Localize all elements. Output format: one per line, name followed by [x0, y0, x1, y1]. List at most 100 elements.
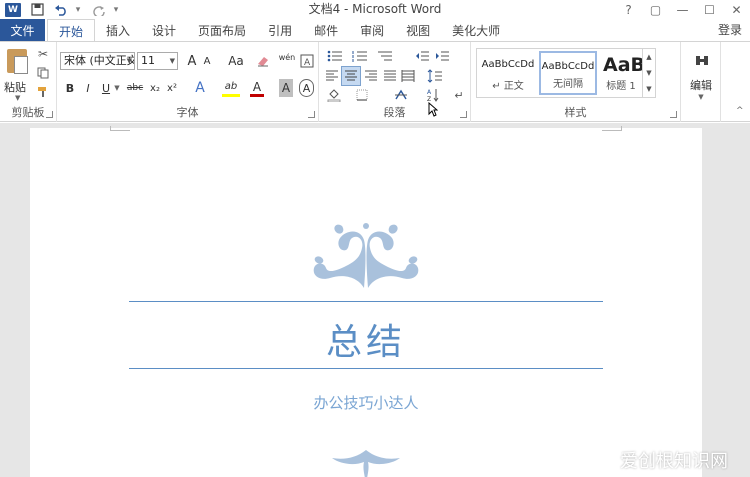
ornament-bottom-icon [326, 448, 406, 477]
scroll-down-icon[interactable]: ▼ [646, 69, 651, 77]
gallery-scroll[interactable]: ▲ ▼ ▼ [642, 49, 655, 97]
chevron-down-icon[interactable]: ▼ [113, 79, 121, 97]
text-effect-button[interactable]: A [192, 79, 208, 97]
style-heading-1-name: 标题 1 [606, 81, 636, 92]
char-shading-button[interactable]: A [279, 79, 293, 97]
paste-label: 粘贴 [4, 81, 26, 94]
align-center-icon[interactable] [341, 66, 361, 86]
close-button[interactable]: ✕ [723, 0, 750, 19]
cut-icon[interactable]: ✂ [35, 46, 51, 62]
tab-beautify[interactable]: 美化大师 [441, 19, 511, 41]
shrink-font-glyph: A [203, 55, 211, 67]
tab-file[interactable]: 文件 [0, 19, 45, 41]
watermark-text: 爱创根知识网 [620, 451, 728, 472]
font-group-label: 字体 [176, 106, 199, 119]
font-name-value: 宋体 (中文正文) [64, 54, 135, 67]
font-size-select[interactable]: 11 ▼ [137, 52, 178, 70]
increase-indent-icon[interactable] [434, 47, 450, 65]
line-spacing-icon[interactable] [424, 67, 446, 85]
change-case-button[interactable]: Aa [224, 52, 248, 70]
paint-bucket-icon[interactable] [324, 86, 344, 104]
shrink-font-button[interactable]: A [201, 52, 213, 70]
help-button[interactable]: ? [615, 0, 642, 19]
document-title[interactable]: 总结 [129, 313, 603, 365]
style-no-spacing-name: 无间隔 [553, 79, 583, 90]
restore-button[interactable]: ☐ [696, 0, 723, 19]
tab-mailings[interactable]: 邮件 [303, 19, 349, 41]
enclosed-char-button[interactable]: A [299, 79, 314, 97]
document-subtitle[interactable]: 办公技巧小达人 [129, 392, 603, 413]
bullets-icon[interactable] [325, 47, 345, 65]
align-right-icon[interactable] [362, 67, 380, 85]
title-rule-bottom [129, 368, 603, 369]
window-controls: ? ▢ — ☐ ✕ [615, 0, 750, 19]
align-left-icon[interactable] [323, 67, 341, 85]
font-launcher-icon[interactable] [308, 111, 315, 118]
style-heading-1[interactable]: AaBb 标题 1 [599, 51, 643, 95]
clear-format-icon[interactable] [255, 52, 271, 70]
style-normal[interactable]: AaBbCcDd ↵ 正文 [479, 51, 537, 95]
grow-font-button[interactable]: A [183, 52, 201, 70]
gallery-more-icon[interactable]: ▼ [646, 85, 651, 93]
tab-page-layout[interactable]: 页面布局 [187, 19, 257, 41]
tab-home[interactable]: 开始 [47, 19, 96, 42]
clipboard-group: 粘贴 ▼ ✂ 剪贴板 [0, 42, 57, 122]
decrease-indent-icon[interactable] [414, 47, 430, 65]
scroll-up-icon[interactable]: ▲ [646, 53, 651, 61]
show-marks-icon[interactable]: ↵ [452, 86, 466, 104]
ornament-top-icon [302, 218, 430, 293]
mouse-cursor-icon [426, 100, 440, 118]
editing-label: 编辑 [690, 79, 712, 92]
title-bar: W ▾ ▾ 文档4 - Microsoft Word ? ▢ — ☐ ✕ [0, 0, 750, 19]
title-rule-top [129, 301, 603, 302]
borders-icon[interactable] [352, 86, 372, 104]
font-name-select[interactable]: 宋体 (中文正文) ▼ [60, 52, 135, 70]
style-no-spacing[interactable]: AaBbCcDd 无间隔 [539, 51, 597, 95]
highlight-button[interactable]: ab [222, 79, 240, 97]
superscript-button[interactable]: x² [165, 79, 179, 97]
style-heading-1-preview: AaBb [603, 54, 643, 76]
numbering-icon[interactable] [350, 47, 370, 65]
document-page[interactable]: 总结 办公技巧小达人 [30, 126, 702, 477]
underline-button[interactable]: U [100, 79, 112, 97]
paste-button[interactable]: 粘贴 ▼ [4, 47, 30, 102]
tab-view[interactable]: 视图 [395, 19, 441, 41]
char-border-icon[interactable]: A [299, 52, 315, 70]
tab-design[interactable]: 设计 [141, 19, 187, 41]
style-gallery: AaBbCcDd ↵ 正文 AaBbCcDd 无间隔 AaBb 标题 1 ▲ ▼… [476, 48, 656, 98]
clipboard-launcher-icon[interactable] [46, 111, 53, 118]
multilevel-list-icon[interactable] [375, 47, 395, 65]
ribbon-display-button[interactable]: ▢ [642, 0, 669, 19]
styles-launcher-icon[interactable] [670, 111, 677, 118]
editing-button[interactable]: 编辑 ▼ [688, 47, 714, 107]
collapse-ribbon-icon[interactable]: ^ [736, 106, 744, 116]
tab-references[interactable]: 引用 [257, 19, 303, 41]
paragraph-launcher-icon[interactable] [460, 111, 467, 118]
phonetic-guide-label: wén [278, 53, 296, 62]
document-area: 总结 办公技巧小达人 爱创根知识网 [0, 123, 750, 477]
strikethrough-button[interactable]: abc [126, 79, 144, 97]
minimize-button[interactable]: — [669, 0, 696, 19]
ribbon-tab-row: 文件 开始 插入 设计 页面布局 引用 邮件 审阅 视图 美化大师 登录 [0, 19, 750, 42]
crop-mark [602, 126, 622, 131]
format-painter-icon[interactable] [35, 84, 51, 100]
chevron-down-icon: ▼ [126, 57, 132, 65]
font-size-value: 11 [141, 54, 155, 67]
binoculars-icon [694, 53, 710, 72]
justify-icon[interactable] [381, 67, 399, 85]
distributed-icon[interactable] [399, 67, 417, 85]
italic-button[interactable]: I [82, 79, 94, 97]
login-link[interactable]: 登录 [718, 19, 742, 41]
svg-text:A: A [427, 89, 432, 96]
copy-icon[interactable] [35, 65, 51, 81]
bold-button[interactable]: B [64, 79, 76, 97]
ribbon: 粘贴 ▼ ✂ 剪贴板 字体 宋体 (中文正文) ▼ 11 ▼ A A Aa wé… [0, 41, 750, 122]
tab-review[interactable]: 审阅 [349, 19, 395, 41]
tab-insert[interactable]: 插入 [95, 19, 141, 41]
subscript-button[interactable]: x₂ [148, 79, 162, 97]
phonetic-guide-button[interactable]: wén [276, 49, 298, 67]
chevron-down-icon: ▼ [15, 94, 21, 102]
font-color-button[interactable]: A [250, 79, 264, 97]
style-normal-preview: AaBbCcDd [481, 59, 535, 70]
chinese-layout-icon[interactable] [391, 86, 411, 104]
